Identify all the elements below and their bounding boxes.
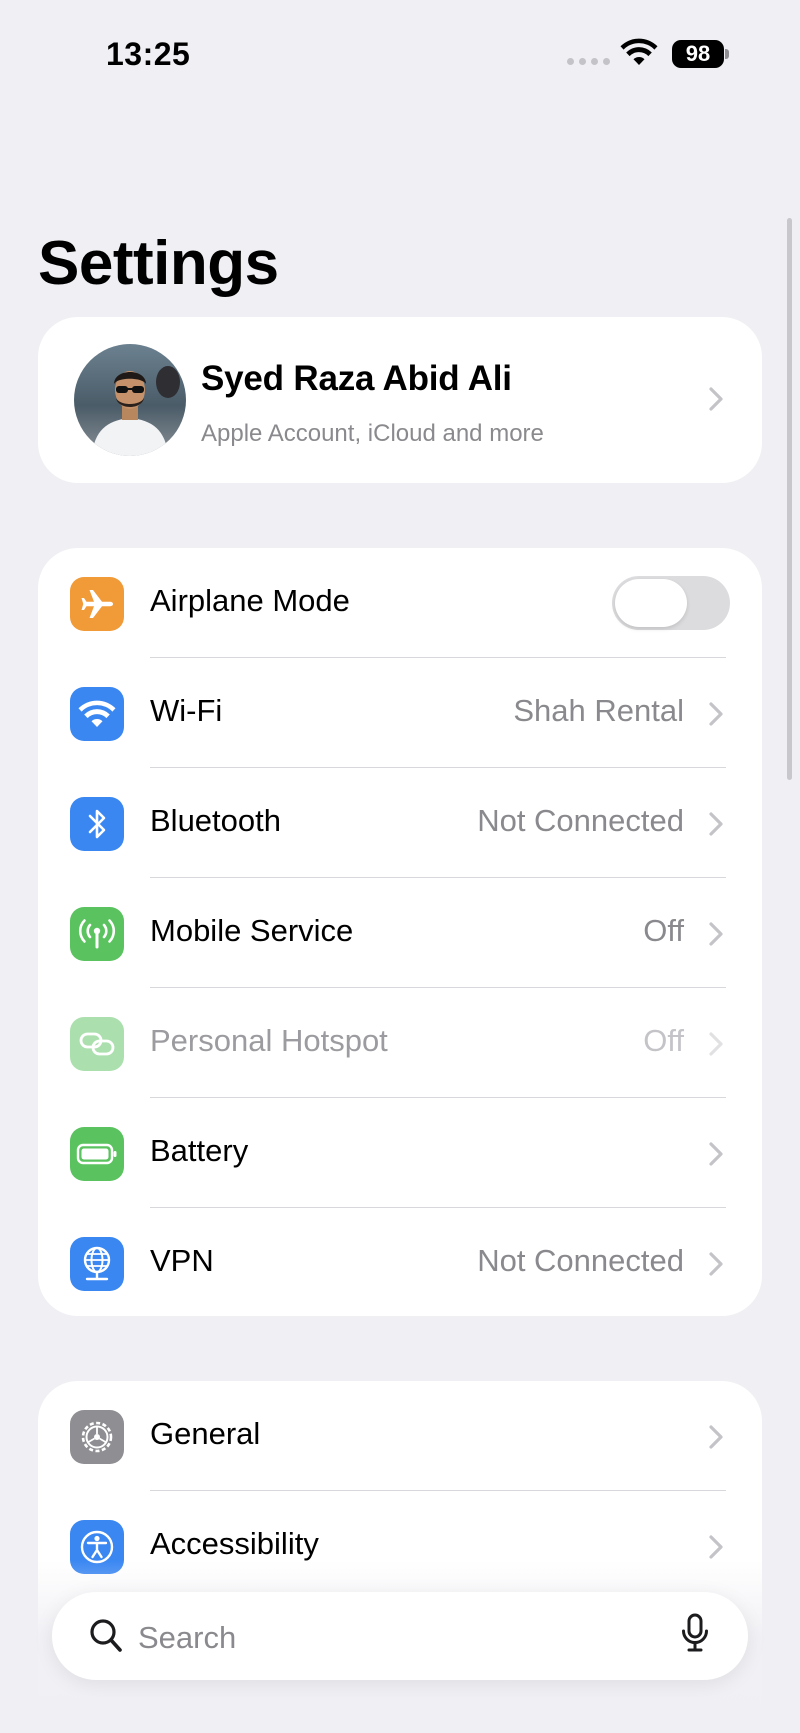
chevron-right-icon: [709, 1535, 723, 1559]
bluetooth-icon: [70, 797, 124, 851]
chevron-right-icon: [709, 1425, 723, 1449]
airplane-mode-toggle[interactable]: [612, 576, 730, 630]
profile-subtitle: Apple Account, iCloud and more: [201, 420, 544, 447]
row-general[interactable]: General: [38, 1381, 762, 1491]
row-label: Airplane Mode: [150, 583, 350, 618]
row-wifi[interactable]: Wi-Fi Shah Rental: [38, 658, 762, 768]
row-label: General: [150, 1416, 261, 1451]
chevron-right-icon: [709, 1032, 723, 1056]
wifi-status-icon: [620, 38, 658, 65]
row-label: Wi-Fi: [150, 693, 223, 728]
status-time: 13:25: [106, 36, 191, 72]
hotspot-icon: [70, 1017, 124, 1071]
gear-icon: [70, 1410, 124, 1464]
battery-icon: [70, 1127, 124, 1181]
apple-account-row[interactable]: Syed Raza Abid Ali Apple Account, iCloud…: [38, 317, 762, 483]
battery-level: 98: [672, 40, 724, 68]
status-bar: 13:25 98: [0, 0, 800, 110]
search-icon: [90, 1619, 122, 1652]
wifi-icon: [70, 687, 124, 741]
row-value: Off: [643, 913, 684, 948]
chevron-right-icon: [709, 922, 723, 946]
row-value: Not Connected: [477, 1243, 684, 1278]
avatar: [74, 344, 186, 456]
row-vpn[interactable]: VPN Not Connected: [38, 1208, 762, 1316]
vpn-globe-icon: [70, 1237, 124, 1291]
row-label: Bluetooth: [150, 803, 281, 838]
microphone-icon[interactable]: [680, 1612, 710, 1658]
airplane-icon: [70, 577, 124, 631]
row-airplane-mode: Airplane Mode: [38, 548, 762, 658]
battery-status-icon: 98: [672, 40, 730, 68]
chevron-right-icon: [709, 387, 723, 411]
profile-name: Syed Raza Abid Ali: [201, 359, 512, 398]
toggle-knob: [615, 579, 687, 627]
row-label: Accessibility: [150, 1526, 319, 1561]
settings-screen: 13:25 98 Settings Syed Raza Abid Ali App…: [0, 0, 800, 1733]
page-title: Settings: [38, 229, 279, 298]
row-value: Off: [643, 1023, 684, 1058]
search-bar[interactable]: Search: [52, 1592, 748, 1680]
row-label: Mobile Service: [150, 913, 354, 948]
connectivity-group: Airplane Mode Wi-Fi Shah Rental Bluetoot…: [38, 548, 762, 1316]
antenna-icon: [70, 907, 124, 961]
chevron-right-icon: [709, 812, 723, 836]
row-bluetooth[interactable]: Bluetooth Not Connected: [38, 768, 762, 878]
row-mobile-service[interactable]: Mobile Service Off: [38, 878, 762, 988]
row-value: Shah Rental: [513, 693, 684, 728]
row-personal-hotspot[interactable]: Personal Hotspot Off: [38, 988, 762, 1098]
row-label: VPN: [150, 1243, 214, 1278]
row-battery[interactable]: Battery: [38, 1098, 762, 1208]
scroll-indicator[interactable]: [787, 218, 792, 780]
chevron-right-icon: [709, 1142, 723, 1166]
row-label: Battery: [150, 1133, 249, 1168]
chevron-right-icon: [709, 1252, 723, 1276]
row-value: Not Connected: [477, 803, 684, 838]
row-label: Personal Hotspot: [150, 1023, 388, 1058]
cellular-signal-icon: [567, 58, 610, 65]
chevron-right-icon: [709, 702, 723, 726]
search-input[interactable]: Search: [138, 1620, 236, 1656]
